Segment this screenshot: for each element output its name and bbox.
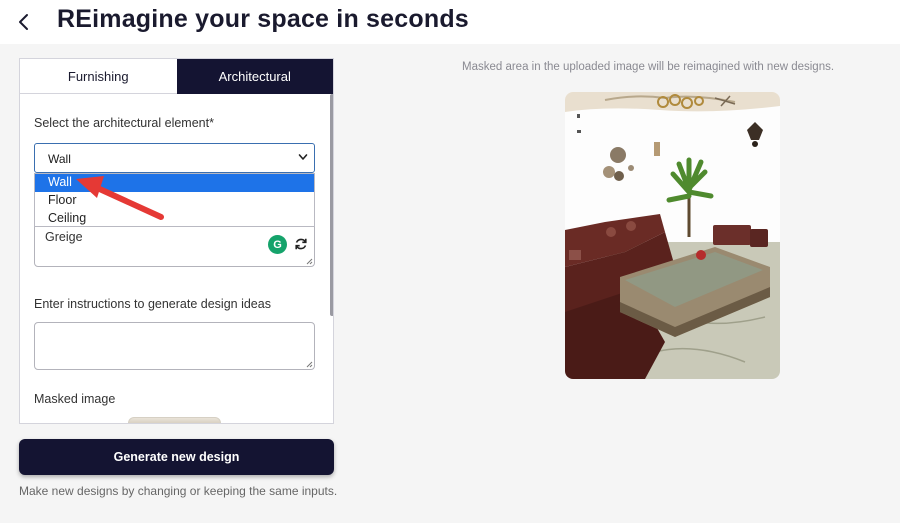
color-input-value: Greige [45, 230, 83, 244]
tab-architectural[interactable]: Architectural [176, 59, 333, 94]
refresh-icon[interactable] [294, 237, 308, 251]
instructions-input[interactable] [34, 322, 315, 370]
generate-hint: Make new designs by changing or keeping … [19, 484, 338, 498]
chevron-left-icon[interactable] [12, 8, 36, 36]
chevron-down-icon [298, 154, 308, 160]
grammarly-icon[interactable]: G [268, 235, 287, 254]
top-bar: REimagine your space in seconds [0, 0, 900, 44]
element-select-value: Wall [48, 152, 71, 166]
masked-image-thumbnail [128, 417, 221, 423]
masked-image-label: Masked image [34, 392, 116, 406]
element-select-label: Select the architectural element* [34, 116, 214, 130]
preview-caption: Masked area in the uploaded image will b… [462, 61, 835, 73]
page-title: REimagine your space in seconds [57, 5, 469, 33]
dropdown-option-floor[interactable]: Floor [35, 192, 314, 210]
settings-panel: Furnishing Architectural Select the arch… [19, 58, 334, 424]
element-select[interactable]: Wall [34, 143, 315, 173]
element-dropdown-list: Wall Floor Ceiling [34, 173, 315, 227]
panel-scrollbar[interactable] [330, 94, 333, 316]
dropdown-option-ceiling[interactable]: Ceiling [35, 210, 314, 228]
tab-furnishing[interactable]: Furnishing [20, 59, 177, 94]
instructions-label: Enter instructions to generate design id… [34, 297, 271, 311]
resize-grip-icon [306, 258, 313, 265]
resize-grip-icon [306, 361, 313, 368]
room-preview-image [565, 92, 780, 379]
dropdown-option-wall[interactable]: Wall [35, 174, 314, 192]
generate-design-button[interactable]: Generate new design [19, 439, 334, 475]
tab-bar: Furnishing Architectural [20, 59, 333, 94]
